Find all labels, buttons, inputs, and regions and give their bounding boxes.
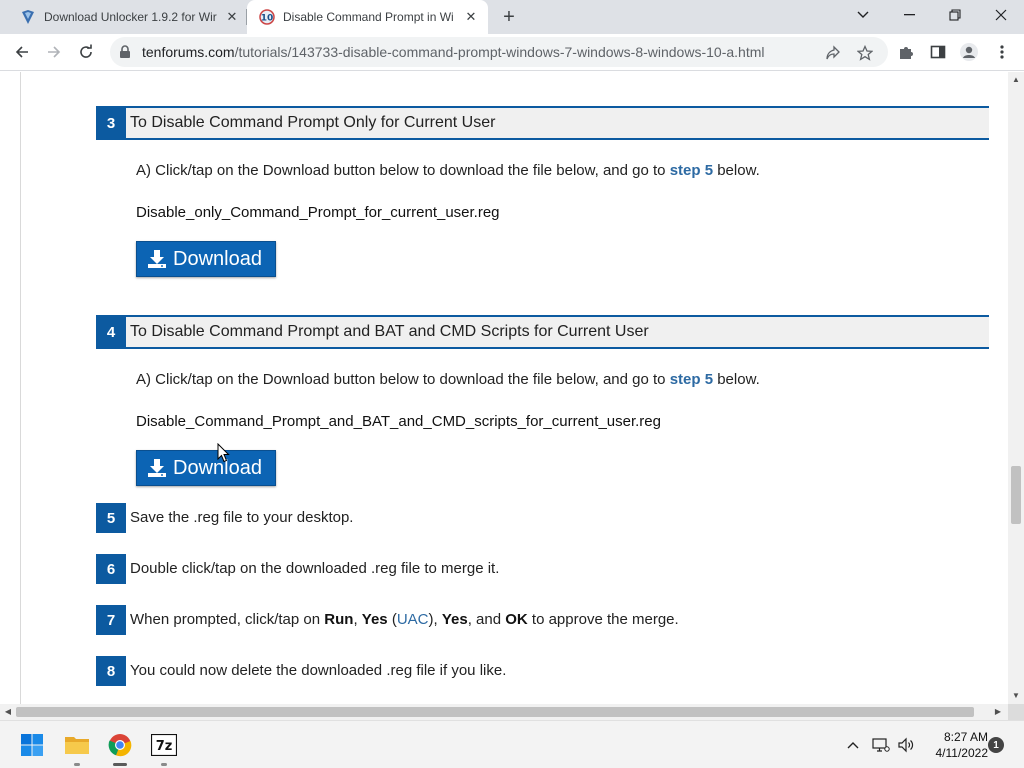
bookmark-star-icon[interactable] bbox=[856, 44, 874, 62]
download-button-step-4[interactable]: Download bbox=[136, 450, 276, 486]
step-6-text: Double click/tap on the downloaded .reg … bbox=[130, 560, 500, 577]
step-4-filename: Disable_Command_Prompt_and_BAT_and_CMD_s… bbox=[136, 413, 661, 430]
step-4-instruction: A) Click/tap on the Download button belo… bbox=[136, 371, 760, 388]
step-4-title: To Disable Command Prompt and BAT and CM… bbox=[130, 323, 649, 340]
step-5-text: Save the .reg file to your desktop. bbox=[130, 509, 354, 526]
running-indicator bbox=[161, 763, 167, 766]
new-tab-button[interactable]: + bbox=[498, 6, 520, 28]
tab-title: Download Unlocker 1.9.2 for Wir bbox=[44, 10, 217, 24]
yes-emphasis: Yes bbox=[361, 611, 388, 628]
notification-badge[interactable]: 1 bbox=[988, 737, 1004, 753]
scroll-right-arrow-icon[interactable]: ▶ bbox=[990, 704, 1006, 720]
clock-time: 8:27 AM bbox=[943, 730, 988, 744]
browser-toolbar: tenforums.com/tutorials/143733-disable-c… bbox=[0, 34, 1024, 71]
forward-arrow-icon[interactable] bbox=[40, 38, 68, 66]
download-button-step-3[interactable]: Download bbox=[136, 241, 276, 277]
horizontal-scroll-thumb[interactable] bbox=[16, 707, 974, 717]
running-indicator bbox=[74, 763, 80, 766]
step-number-badge: 4 bbox=[96, 315, 126, 349]
instruction-text: below. bbox=[713, 371, 760, 388]
page-viewport: 3 To Disable Command Prompt Only for Cur… bbox=[0, 72, 1008, 704]
step-number-badge: 7 bbox=[96, 605, 126, 635]
instruction-text: below. bbox=[713, 162, 760, 179]
seven-zip-label: 7z bbox=[156, 739, 173, 754]
step-7-text: When prompted, click/tap on Run, Yes (UA… bbox=[130, 611, 679, 628]
taskbar: 7z 8:27 AM 4/11/2022 1 bbox=[0, 720, 1024, 768]
step-number-badge: 8 bbox=[96, 656, 126, 686]
system-clock[interactable]: 8:27 AM 4/11/2022 bbox=[920, 729, 989, 761]
back-arrow-icon[interactable] bbox=[8, 38, 36, 66]
running-indicator bbox=[113, 763, 127, 766]
scroll-up-arrow-icon[interactable]: ▲ bbox=[1008, 72, 1024, 88]
step-text-part: , bbox=[353, 611, 362, 628]
url-path: /tutorials/143733-disable-command-prompt… bbox=[234, 44, 765, 60]
uac-link[interactable]: UAC bbox=[397, 611, 429, 628]
scroll-left-arrow-icon[interactable]: ◀ bbox=[0, 704, 16, 720]
restore-button[interactable] bbox=[932, 0, 978, 30]
step-5-link[interactable]: step 5 bbox=[670, 371, 713, 388]
tab-strip: Download Unlocker 1.9.2 for Wir ✕ 10 Dis… bbox=[0, 0, 1024, 34]
step-3-header: 3 To Disable Command Prompt Only for Cur… bbox=[96, 106, 989, 140]
vertical-scroll-thumb[interactable] bbox=[1011, 466, 1021, 524]
volume-icon[interactable] bbox=[896, 735, 916, 755]
tab-search-chevron-icon[interactable] bbox=[840, 0, 886, 30]
horizontal-scrollbar[interactable]: ◀ ▶ bbox=[0, 704, 1008, 720]
step-3-filename: Disable_only_Command_Prompt_for_current_… bbox=[136, 204, 500, 221]
extensions-puzzle-icon[interactable] bbox=[896, 42, 916, 62]
url-host: tenforums.com bbox=[142, 44, 235, 60]
instruction-text: A) Click/tap on the Download button belo… bbox=[136, 371, 670, 388]
more-menu-icon[interactable] bbox=[992, 42, 1012, 62]
download-icon bbox=[147, 458, 167, 478]
side-panel-icon[interactable] bbox=[928, 42, 948, 62]
run-emphasis: Run bbox=[324, 611, 354, 628]
tab-download-unlocker[interactable]: Download Unlocker 1.9.2 for Wir ✕ bbox=[0, 0, 247, 34]
step-number-badge: 3 bbox=[96, 106, 126, 140]
windows-start-icon[interactable] bbox=[16, 729, 48, 761]
step-text-part: , and bbox=[467, 611, 506, 628]
step-text-part: to approve the merge. bbox=[527, 611, 679, 628]
lock-icon[interactable] bbox=[119, 45, 131, 64]
chrome-icon[interactable] bbox=[104, 729, 136, 766]
step-text-part: When prompted, click/tap on bbox=[130, 611, 325, 628]
step-text-part: ), bbox=[428, 611, 442, 628]
svg-text:10: 10 bbox=[261, 14, 274, 24]
step-4-header: 4 To Disable Command Prompt and BAT and … bbox=[96, 315, 989, 349]
clock-date: 4/11/2022 bbox=[935, 746, 989, 760]
minimize-button[interactable] bbox=[886, 0, 932, 30]
close-icon[interactable]: ✕ bbox=[224, 9, 240, 25]
step-text-part: ( bbox=[387, 611, 397, 628]
download-label: Download bbox=[173, 247, 262, 270]
tab-disable-command-prompt[interactable]: 10 Disable Command Prompt in Wi ✕ bbox=[247, 0, 488, 34]
address-bar[interactable]: tenforums.com/tutorials/143733-disable-c… bbox=[110, 37, 888, 67]
instruction-text: A) Click/tap on the Download button belo… bbox=[136, 162, 670, 179]
close-icon[interactable]: ✕ bbox=[463, 9, 479, 25]
step-5-link[interactable]: step 5 bbox=[670, 162, 713, 179]
file-explorer-icon[interactable] bbox=[61, 729, 93, 766]
ok-emphasis: OK bbox=[505, 611, 528, 628]
tab-title: Disable Command Prompt in Wi bbox=[283, 10, 454, 24]
step-3-title: To Disable Command Prompt Only for Curre… bbox=[130, 114, 496, 131]
tenforums-favicon-icon: 10 bbox=[259, 9, 275, 25]
scrollbar-corner bbox=[1008, 704, 1024, 720]
seven-zip-icon[interactable]: 7z bbox=[148, 729, 180, 766]
network-icon[interactable] bbox=[871, 735, 891, 755]
profile-avatar-icon[interactable] bbox=[959, 42, 979, 62]
content-border bbox=[20, 72, 21, 704]
step-number-badge: 6 bbox=[96, 554, 126, 584]
url-text: tenforums.com/tutorials/143733-disable-c… bbox=[142, 44, 764, 60]
download-icon bbox=[147, 249, 167, 269]
step-3-instruction: A) Click/tap on the Download button belo… bbox=[136, 162, 760, 179]
scroll-down-arrow-icon[interactable]: ▼ bbox=[1008, 688, 1024, 704]
vertical-scrollbar[interactable]: ▲ ▼ bbox=[1008, 72, 1024, 704]
close-window-button[interactable] bbox=[978, 0, 1024, 30]
reload-icon[interactable] bbox=[72, 38, 100, 66]
show-hidden-icons-chevron-icon[interactable] bbox=[844, 735, 862, 755]
yes-emphasis: Yes bbox=[441, 611, 468, 628]
step-number-badge: 5 bbox=[96, 503, 126, 533]
unlocker-favicon-icon bbox=[20, 9, 36, 25]
mouse-cursor-icon bbox=[217, 442, 230, 468]
step-8-text: You could now delete the downloaded .reg… bbox=[130, 662, 507, 679]
share-icon[interactable] bbox=[824, 44, 842, 62]
